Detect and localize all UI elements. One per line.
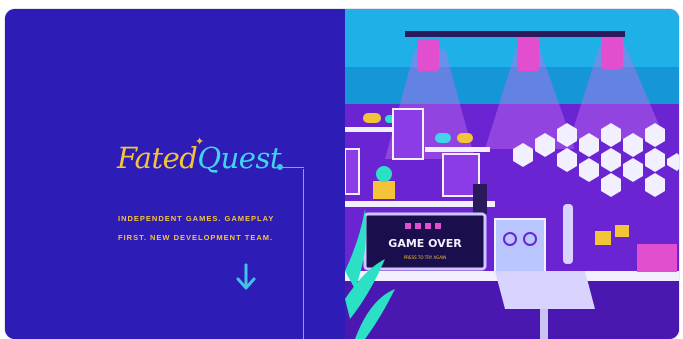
gaming-room-illustration: GAME OVER PRESS TO TRY AGAIN [345, 9, 679, 339]
hero-text-panel: Fated ✦ Quest INDEPENDENT GAMES. GAMEPLAY … [5, 9, 345, 339]
hero-card: Fated ✦ Quest INDEPENDENT GAMES. GAMEPLAY … [5, 9, 679, 339]
fatedquest-logo[interactable]: Fated ✦ Quest [117, 135, 281, 175]
connector-horizontal-line [280, 167, 304, 168]
logo-word-quest: Quest [197, 141, 281, 175]
tagline-line-1: INDEPENDENT GAMES. GAMEPLAY [118, 214, 275, 223]
arrow-down-icon[interactable] [234, 263, 258, 291]
logo-word-fated: Fated [117, 141, 198, 175]
tagline: INDEPENDENT GAMES. GAMEPLAY FIRST. NEW D… [118, 209, 288, 247]
tagline-line-2: FIRST. NEW DEVELOPMENT TEAM. [118, 233, 274, 242]
connector-vertical-line [303, 169, 304, 339]
game-over-subtitle: PRESS TO TRY AGAIN [404, 255, 446, 260]
game-over-text: GAME OVER [388, 237, 462, 250]
logo-star-icon: ✦ [195, 135, 204, 148]
